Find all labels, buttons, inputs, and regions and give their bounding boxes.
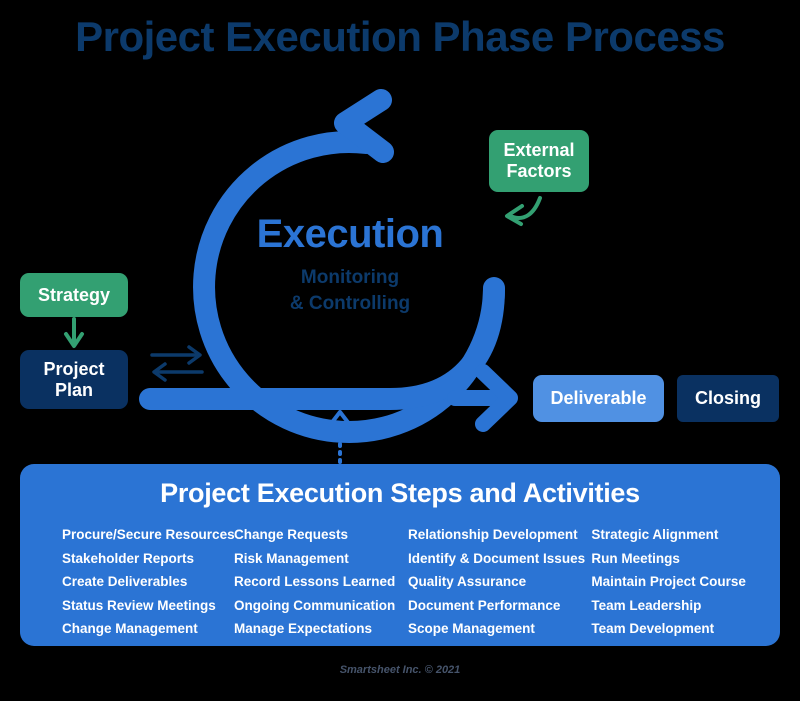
list-item: Quality Assurance bbox=[408, 574, 527, 590]
process-diagram: Project Execution Phase Process Executio… bbox=[0, 0, 800, 701]
node-project-plan[interactable]: Project Plan bbox=[20, 350, 128, 409]
monitoring-line-1: Monitoring bbox=[300, 267, 400, 288]
list-item: Maintain Project Course bbox=[591, 574, 746, 590]
panel-column-3: Relationship Development Identify & Docu… bbox=[408, 525, 591, 639]
external-factors-line-1: External bbox=[503, 140, 575, 161]
list-item: Scope Management bbox=[408, 621, 535, 637]
dotted-arrow-up-icon bbox=[328, 410, 352, 464]
list-item: Record Lessons Learned bbox=[234, 574, 396, 590]
project-plan-line-1: Project bbox=[43, 358, 105, 379]
list-item: Document Performance bbox=[408, 597, 561, 613]
footer-attribution: Smartsheet Inc. © 2021 bbox=[339, 664, 461, 676]
list-item: Team Development bbox=[591, 621, 715, 637]
execution-steps-panel: Project Execution Steps and Activities P… bbox=[20, 464, 780, 646]
list-item: Strategic Alignment bbox=[591, 527, 719, 542]
node-closing[interactable]: Closing bbox=[677, 375, 779, 422]
list-item: Relationship Development bbox=[408, 527, 578, 542]
panel-column-1: Procure/Secure Resources Stakeholder Rep… bbox=[42, 525, 235, 639]
list-item: Stakeholder Reports bbox=[62, 550, 195, 566]
list-item: Team Leadership bbox=[591, 597, 702, 613]
list-item: Identify & Document Issues bbox=[408, 550, 586, 566]
curved-arrow-down-left-icon bbox=[505, 196, 542, 226]
list-item: Risk Management bbox=[234, 550, 349, 566]
arrow-down-icon bbox=[64, 317, 84, 348]
list-item: Status Review Meetings bbox=[62, 597, 216, 613]
list-item: Manage Expectations bbox=[234, 621, 373, 637]
monitoring-controlling-label: Monitoring & Controlling bbox=[200, 265, 500, 316]
panel-column-2: Change Requests Risk Management Record L… bbox=[234, 525, 408, 639]
node-external-factors[interactable]: External Factors bbox=[489, 130, 589, 192]
page-title: Project Execution Phase Process bbox=[75, 13, 725, 60]
node-deliverable[interactable]: Deliverable bbox=[533, 375, 664, 422]
external-factors-line-2: Factors bbox=[506, 161, 572, 181]
node-strategy[interactable]: Strategy bbox=[20, 273, 128, 317]
list-item: Ongoing Communication bbox=[234, 597, 396, 613]
project-plan-line-2: Plan bbox=[54, 379, 93, 400]
monitoring-line-2: & Controlling bbox=[289, 292, 411, 314]
list-item: Run Meetings bbox=[591, 550, 680, 566]
bidirectional-exchange-arrow-icon bbox=[150, 345, 204, 382]
execution-label: Execution bbox=[256, 212, 444, 256]
list-item: Change Management bbox=[62, 621, 198, 637]
panel-columns: Procure/Secure Resources Stakeholder Rep… bbox=[38, 525, 762, 639]
panel-column-4: Strategic Alignment Run Meetings Maintai… bbox=[591, 525, 758, 639]
list-item: Change Requests bbox=[234, 527, 349, 542]
arrow-right-icon bbox=[447, 364, 518, 432]
list-item: Create Deliverables bbox=[62, 574, 188, 590]
panel-title: Project Execution Steps and Activities bbox=[160, 478, 640, 508]
list-item: Procure/Secure Resources bbox=[62, 527, 235, 542]
